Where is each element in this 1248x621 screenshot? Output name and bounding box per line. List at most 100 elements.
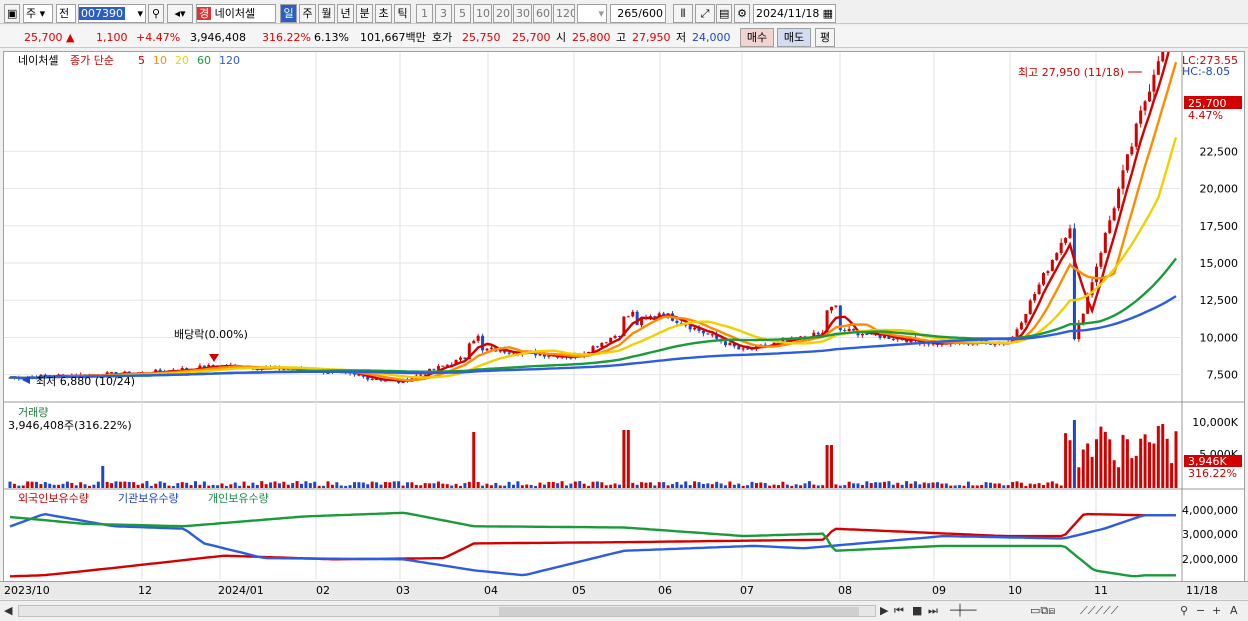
volume-bar xyxy=(132,482,136,488)
x-axis-label: 09 xyxy=(932,584,946,597)
volume-bar xyxy=(891,484,895,488)
range-60[interactable]: 60 xyxy=(533,4,552,23)
volume-bar xyxy=(57,484,61,488)
candle-body xyxy=(701,330,705,334)
volume-bar xyxy=(419,485,423,488)
candle-body xyxy=(631,311,635,317)
code-input[interactable]: 007390 ▾ xyxy=(78,4,146,23)
volume-bar xyxy=(61,483,65,488)
volume-bar xyxy=(313,481,317,488)
volume-bar xyxy=(865,481,869,488)
volume-bar xyxy=(825,445,829,488)
range-dropdown[interactable]: ▾ xyxy=(577,4,607,23)
range-120[interactable]: 120 xyxy=(553,4,575,23)
period-minute[interactable]: 분 xyxy=(356,4,373,23)
period-year[interactable]: 년 xyxy=(337,4,354,23)
period-second[interactable]: 초 xyxy=(375,4,392,23)
volume-bar xyxy=(715,481,719,488)
buy-button[interactable]: 매수 xyxy=(740,28,774,47)
chart-svg[interactable]: 7,500 10,000 12,500 15,000 17,500 20,000 22,50… xyxy=(4,0,1244,598)
candle-body xyxy=(1064,237,1068,243)
range-10[interactable]: 10 xyxy=(473,4,492,23)
minus-icon[interactable]: − xyxy=(1196,604,1205,617)
volume-bar xyxy=(304,481,308,488)
price-tick-label: 15,000 xyxy=(1200,257,1239,270)
range-30[interactable]: 30 xyxy=(513,4,532,23)
scroll-right-icon[interactable]: ▶ xyxy=(880,604,888,617)
price-tick-label: 20,000 xyxy=(1200,183,1239,196)
high-price: 27,950 xyxy=(632,31,671,44)
candle-icon[interactable]: ⫴ xyxy=(673,4,693,23)
layout-icons[interactable]: ▭⧉⧈ xyxy=(1030,604,1055,618)
volume-bar xyxy=(1165,438,1169,488)
volume-bar xyxy=(180,482,184,488)
volume-bar xyxy=(927,483,931,488)
calendar-icon[interactable]: ▦ xyxy=(823,5,833,22)
volume-bar xyxy=(821,485,825,488)
volume-bar xyxy=(481,485,485,488)
zoom-in-icon[interactable]: ⚲ xyxy=(1180,604,1188,617)
font-icon[interactable]: A xyxy=(1230,604,1238,617)
scrollbar[interactable] xyxy=(18,605,876,617)
chevron-down-icon[interactable]: ▾ xyxy=(137,5,143,22)
range-5[interactable]: 5 xyxy=(454,4,471,23)
high-label: 고 xyxy=(616,31,627,44)
toolbar: ▣ 주 ▾ 전 007390 ▾ ⚲ ◂▾ 경 네이처셀 일 주 월 년 분 초 … xyxy=(0,2,1248,24)
code-value: 007390 xyxy=(79,7,125,20)
volume-bar xyxy=(843,485,847,488)
volume-bar xyxy=(70,482,74,488)
last-icon[interactable]: ⏭ xyxy=(928,604,938,618)
volume-bar xyxy=(26,481,30,488)
volume-bar xyxy=(1134,455,1138,488)
candle-body xyxy=(1103,232,1107,253)
period-day[interactable]: 일 xyxy=(280,4,297,23)
layout-icon[interactable]: ▣ xyxy=(4,4,20,23)
range-1[interactable]: 1 xyxy=(416,4,433,23)
range-3[interactable]: 3 xyxy=(435,4,452,23)
volume-bar xyxy=(459,485,462,488)
scroll-left-icon[interactable]: ◀ xyxy=(4,604,12,617)
holdings-tick: 4,000,000 xyxy=(1182,504,1238,517)
date-field[interactable]: 2024/11/18 ▦ xyxy=(753,4,836,23)
zoom-slider-icon[interactable]: ─┼── xyxy=(950,604,977,617)
range-20[interactable]: 20 xyxy=(493,4,512,23)
chart-area[interactable]: 7,500 10,000 12,500 15,000 17,500 20,000 22,50… xyxy=(3,0,1245,599)
volume-bar xyxy=(1077,467,1081,488)
volume-bar xyxy=(220,483,224,488)
market-select[interactable]: 주 ▾ xyxy=(23,4,53,23)
volume-bar xyxy=(785,484,789,488)
first-icon[interactable]: ⏮ xyxy=(894,604,904,618)
candle-body xyxy=(370,378,374,380)
plus-icon[interactable]: + xyxy=(1212,604,1221,617)
candle-body xyxy=(1099,252,1103,267)
stock-name-field[interactable]: 경 네이처셀 xyxy=(196,4,276,23)
save-icon[interactable]: ▤ xyxy=(716,4,732,23)
candle-body xyxy=(737,346,741,350)
period-tick[interactable]: 틱 xyxy=(394,4,411,23)
crosshair-icon[interactable]: ⤢ xyxy=(695,4,715,23)
volume-bar xyxy=(516,481,520,488)
eval-button[interactable]: 평 xyxy=(815,28,835,47)
scroll-thumb[interactable] xyxy=(499,607,859,616)
volume-bar xyxy=(1037,483,1041,488)
volume-bar xyxy=(684,481,688,488)
legend-institution: 기관보유수량 xyxy=(118,492,179,505)
sell-button[interactable]: 매도 xyxy=(777,28,811,47)
draw-tools-icons[interactable]: ⟋⟋⟋⟋⟋ xyxy=(1080,604,1119,618)
stop-icon[interactable]: ■ xyxy=(912,604,922,617)
speaker-icon[interactable]: ◂▾ xyxy=(167,4,193,23)
candle-body xyxy=(993,344,997,346)
period-month[interactable]: 월 xyxy=(318,4,335,23)
volume-bar xyxy=(666,485,670,488)
candle-body xyxy=(1143,101,1147,111)
gear-icon[interactable]: ⚙ xyxy=(734,4,750,23)
period-week[interactable]: 주 xyxy=(299,4,316,23)
x-axis-label: 04 xyxy=(484,584,498,597)
institution-holdings-line xyxy=(9,512,1176,577)
count-field[interactable]: 265/600 xyxy=(610,4,666,23)
period-prefix[interactable]: 전 xyxy=(56,4,76,23)
volume-bar xyxy=(856,483,860,488)
volume-bar xyxy=(609,484,613,488)
volume-bar xyxy=(92,484,96,488)
search-icon[interactable]: ⚲ xyxy=(148,4,164,23)
